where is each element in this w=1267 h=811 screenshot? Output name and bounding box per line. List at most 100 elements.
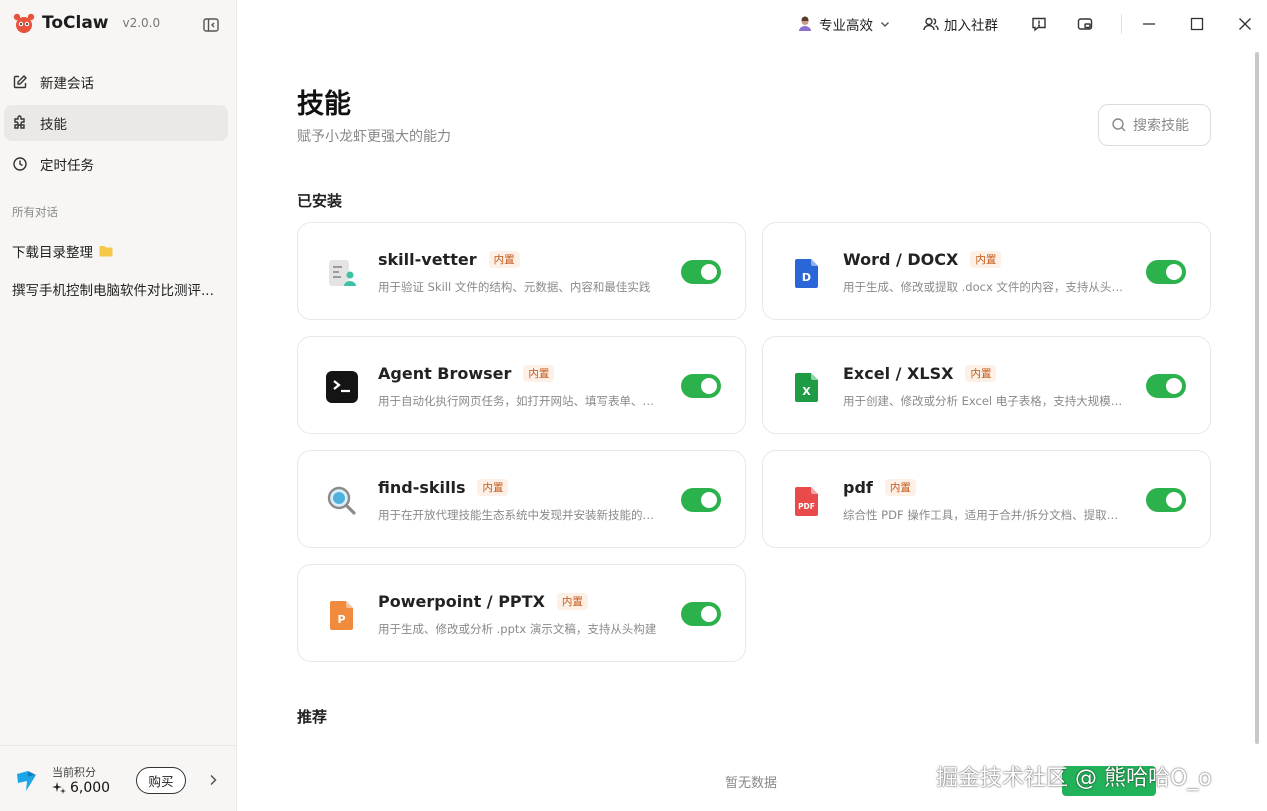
- avatar-icon: [799, 16, 811, 31]
- scrollbar[interactable]: [1255, 52, 1259, 744]
- builtin-badge: 内置: [477, 479, 509, 496]
- skill-description: 用于生成、修改或提取 .docx 文件的内容，支持从头构建: [843, 280, 1128, 294]
- skill-name-text: Word / DOCX: [843, 250, 959, 269]
- skill-description: 用于验证 Skill 文件的结构、元数据、内容和最佳实践: [378, 280, 651, 294]
- skill-name: Agent Browser 内置: [378, 364, 555, 383]
- toclaw-logo-icon: [13, 13, 35, 33]
- skill-card[interactable]: X Excel / XLSX 内置 用于创建、修改或分析 Excel 电子表格，…: [762, 336, 1211, 434]
- sidebar: ToClaw v2.0.0 新建会话 技能 定时任务 所有对话 下载目录整理 撰…: [0, 0, 237, 811]
- skill-toggle[interactable]: [1146, 374, 1186, 398]
- skill-card[interactable]: find-skills 内置 用于在开放代理技能生态系统中发现并安装新技能的工具: [297, 450, 746, 548]
- recommended-heading: 推荐: [297, 708, 328, 726]
- nav-skills[interactable]: 技能: [4, 105, 228, 141]
- close-icon: [1239, 18, 1251, 30]
- app-name: ToClaw: [42, 13, 109, 33]
- skill-toggle[interactable]: [681, 602, 721, 626]
- skill-description: 用于在开放代理技能生态系统中发现并安装新技能的工具: [378, 508, 663, 522]
- builtin-badge: 内置: [488, 251, 520, 268]
- conversation-title: 下载目录整理: [12, 245, 93, 261]
- skill-description: 用于创建、修改或分析 Excel 电子表格，支持大规模数据处理: [843, 394, 1128, 408]
- points-label: 当前积分: [52, 766, 96, 779]
- skill-toggle[interactable]: [1146, 488, 1186, 512]
- brand: ToClaw v2.0.0: [12, 10, 160, 36]
- feedback-icon: [1032, 17, 1046, 32]
- search-icon: [1112, 118, 1126, 132]
- sidebar-footer: 当前积分 6,000 购买: [0, 745, 236, 811]
- skill-toggle[interactable]: [681, 374, 721, 398]
- title-bar: 专业高效 加入社群: [237, 0, 1267, 48]
- users-icon: [923, 17, 939, 31]
- conversation-item[interactable]: 撰写手机控制电脑软件对比测评...: [4, 270, 228, 308]
- app-version: v2.0.0: [122, 16, 161, 30]
- sidebar-nav: 新建会话 技能 定时任务: [4, 64, 228, 187]
- skill-name-text: Powerpoint / PPTX: [378, 592, 545, 611]
- sidebar-collapse-icon[interactable]: [202, 16, 220, 34]
- minimize-icon: [1143, 23, 1155, 25]
- skill-card[interactable]: skill-vetter 内置 用于验证 Skill 文件的结构、元数据、内容和…: [297, 222, 746, 320]
- svg-text:D: D: [802, 271, 811, 284]
- builtin-badge: 内置: [970, 251, 1002, 268]
- minimize-button[interactable]: [1141, 12, 1157, 36]
- close-button[interactable]: [1237, 12, 1253, 36]
- magnifier-icon: [327, 486, 356, 515]
- watermark: 掘金技术社区 @ 熊哈哈O_o: [936, 766, 1212, 791]
- skill-description: 综合性 PDF 操作工具，适用于合并/拆分文档、提取文本: [843, 508, 1128, 522]
- skill-name-text: pdf: [843, 478, 873, 497]
- skills-page: 技能 赋予小龙虾更强大的能力 搜索技能 已安装 skill-vetter 内置 …: [237, 48, 1253, 811]
- builtin-badge: 内置: [884, 479, 916, 496]
- builtin-badge: 内置: [556, 593, 588, 610]
- skill-name: skill-vetter 内置: [378, 250, 520, 269]
- buy-button[interactable]: 购买: [136, 767, 186, 794]
- skill-name-text: Excel / XLSX: [843, 364, 954, 383]
- skill-name-text: skill-vetter: [378, 250, 477, 269]
- skill-card[interactable]: PDF pdf 内置 综合性 PDF 操作工具，适用于合并/拆分文档、提取文本: [762, 450, 1211, 548]
- page-title: 技能: [297, 89, 351, 120]
- join-community-label: 加入社群: [944, 18, 998, 34]
- conversation-item[interactable]: 下载目录整理: [4, 232, 228, 270]
- pip-button[interactable]: [1077, 12, 1093, 36]
- points-number: 6,000: [70, 780, 111, 796]
- search-skills-input[interactable]: 搜索技能: [1098, 104, 1211, 146]
- terminal-icon: [326, 371, 358, 403]
- feedback-button[interactable]: [1031, 12, 1047, 36]
- powerpoint-icon: P: [330, 601, 353, 630]
- skill-vetter-icon: [329, 260, 356, 286]
- skill-card[interactable]: P Powerpoint / PPTX 内置 用于生成、修改或分析 .pptx …: [297, 564, 746, 662]
- skill-description: 用于自动化执行网页任务，如打开网站、填写表单、截图: [378, 394, 663, 408]
- nav-new-chat[interactable]: 新建会话: [4, 64, 228, 100]
- skill-name: pdf 内置: [843, 478, 916, 497]
- skill-name: find-skills 内置: [378, 478, 509, 497]
- nav-new-chat-label: 新建会话: [40, 76, 94, 92]
- skill-toggle[interactable]: [1146, 260, 1186, 284]
- maximize-icon: [1190, 17, 1204, 31]
- skill-name: Powerpoint / PPTX 内置: [378, 592, 588, 611]
- nav-skills-label: 技能: [40, 117, 67, 133]
- conversation-list: 下载目录整理 撰写手机控制电脑软件对比测评...: [4, 232, 228, 308]
- empty-state-text: 暂无数据: [725, 776, 778, 791]
- maximize-button[interactable]: [1189, 12, 1205, 36]
- nav-scheduled-tasks-label: 定时任务: [40, 158, 94, 174]
- installed-heading: 已安装: [297, 192, 343, 210]
- skill-name-text: Agent Browser: [378, 364, 512, 383]
- pdf-icon: PDF: [795, 487, 818, 516]
- skill-name: Excel / XLSX 内置: [843, 364, 997, 383]
- word-doc-icon: D: [795, 259, 818, 288]
- chevron-right-icon[interactable]: [206, 773, 220, 787]
- builtin-badge: 内置: [965, 365, 997, 382]
- nav-scheduled-tasks[interactable]: 定时任务: [4, 146, 228, 182]
- skill-toggle[interactable]: [681, 488, 721, 512]
- conversation-title: 撰写手机控制电脑软件对比测评...: [12, 283, 214, 299]
- skill-card[interactable]: D Word / DOCX 内置 用于生成、修改或提取 .docx 文件的内容，…: [762, 222, 1211, 320]
- builtin-badge: 内置: [523, 365, 555, 382]
- search-placeholder: 搜索技能: [1133, 118, 1189, 134]
- clock-icon: [13, 157, 27, 171]
- skill-card[interactable]: Agent Browser 内置 用于自动化执行网页任务，如打开网站、填写表单、…: [297, 336, 746, 434]
- skill-name: Word / DOCX 内置: [843, 250, 1002, 269]
- excel-icon: X: [795, 373, 818, 402]
- skill-toggle[interactable]: [681, 260, 721, 284]
- points-value: 6,000: [52, 780, 110, 796]
- mode-selector[interactable]: 专业高效: [797, 12, 891, 36]
- join-community-button[interactable]: 加入社群: [923, 12, 998, 36]
- picture-in-picture-icon: [1077, 18, 1093, 30]
- svg-text:X: X: [802, 385, 811, 398]
